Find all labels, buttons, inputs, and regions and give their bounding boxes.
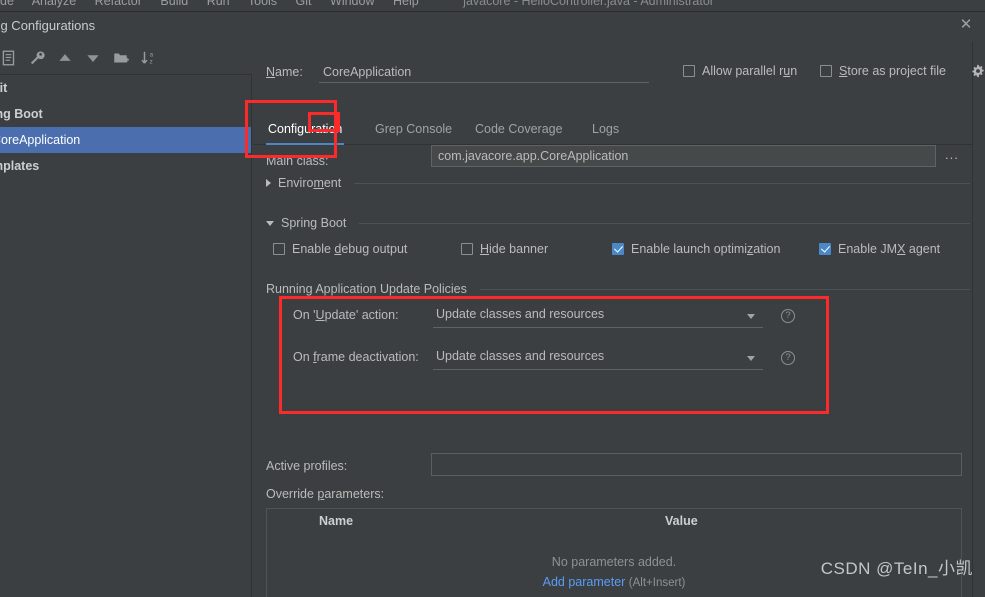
hide-banner-label: Hide banner [480,242,549,256]
hide-banner-box[interactable] [461,243,473,255]
new-folder-icon[interactable] [112,49,130,67]
move-down-icon[interactable] [84,49,102,67]
tab-grep-console[interactable]: Grep Console [373,116,454,145]
main-class-browse-button[interactable]: ... [945,147,959,162]
menu-item-tools[interactable]: Tools [248,0,277,8]
store-as-project-file-label: Store as project file [839,64,947,78]
on-update-action-dropdown[interactable]: Update classes and resources [433,304,763,328]
enable-jmx-agent-checkbox[interactable]: Enable JMX agent [819,242,940,256]
tab-configuration[interactable]: Configuration [266,116,345,145]
menu-item-build[interactable]: Build [160,0,188,8]
enable-jmx-agent-box[interactable] [819,243,831,255]
allow-parallel-run-label: Allow parallel run [702,64,798,78]
configurations-list[interactable]: nit ing Boot CoreApplication mplates [0,74,252,597]
name-input[interactable] [319,61,649,83]
enable-debug-output-box[interactable] [273,243,285,255]
hide-banner-checkbox[interactable]: Hide banner [461,242,548,256]
ide-menu-bar: de Analyze Refactor Build Run Tools Git … [0,0,985,11]
chevron-down-icon[interactable] [747,314,755,319]
update-policies-section-header: Running Application Update Policies [266,282,970,296]
enable-launch-optimization-checkbox[interactable]: Enable launch optimization [612,242,780,256]
override-parameters-label: Override parameters: [266,487,385,501]
menu-item-analyze[interactable]: Analyze [32,0,76,8]
chevron-right-icon[interactable] [266,179,271,187]
ide-menu-row: de Analyze Refactor Build Run Tools Git … [0,0,729,8]
sort-alphabetically-icon[interactable]: a z [140,49,158,67]
edit-templates-wrench-icon[interactable] [28,49,46,67]
list-item-label: nit [0,81,8,95]
list-item-templates[interactable]: mplates [0,153,251,179]
allow-parallel-run-checkbox[interactable]: Allow parallel run [683,64,797,80]
active-profiles-label: Active profiles: [266,459,348,473]
enable-debug-output-checkbox[interactable]: Enable debug output [273,242,407,256]
add-parameter-link[interactable]: Add parameter [543,575,626,589]
menu-item-git[interactable]: Git [296,0,312,8]
tab-logs[interactable]: Logs [590,116,621,145]
dialog-body: bug Configurations ✕ [0,11,985,597]
tab-code-coverage[interactable]: Code Coverage [473,116,565,145]
copy-configuration-icon[interactable] [0,49,18,67]
list-item-label: CoreApplication [0,133,81,147]
menu-item-window[interactable]: Window [330,0,374,8]
dialog-title: bug Configurations [0,18,96,33]
on-frame-deactivation-value: Update classes and resources [436,349,605,363]
add-parameter-shortcut-hint: (Alt+Insert) [628,577,686,589]
menu-item-help[interactable]: Help [393,0,419,8]
override-parameters-table[interactable]: Name Value No parameters added. Add para… [266,508,962,597]
list-item-spring-boot[interactable]: ing Boot [0,101,251,127]
configuration-tabs: Configuration Grep Console Code Coverage… [253,116,973,145]
on-frame-deactivation-help-icon[interactable]: ? [781,351,795,365]
main-class-label: Main class: [266,154,329,168]
spring-boot-section-title: Spring Boot [281,216,347,230]
name-label-rest: ame: [275,65,303,79]
column-header-name: Name [319,514,354,528]
svg-text:a: a [150,51,154,58]
svg-text:z: z [150,59,153,66]
environment-section-header[interactable]: Enviroment [266,176,970,190]
move-up-icon[interactable] [56,49,74,67]
enable-debug-output-label: Enable debug output [292,242,408,256]
on-frame-deactivation-dropdown[interactable]: Update classes and resources [433,346,763,370]
on-update-action-label: On 'Update' action: [293,308,399,322]
ide-window-title: javacore - HelloController.java - Admini… [463,0,714,8]
close-icon[interactable]: ✕ [957,16,975,34]
gear-icon[interactable] [971,64,985,78]
store-as-project-file-checkbox[interactable]: Store as project file [820,64,946,80]
active-profiles-input[interactable] [431,453,962,476]
main-class-input[interactable] [431,145,936,167]
dialog-titlebar: bug Configurations ✕ [0,12,985,42]
spring-boot-section-header[interactable]: Spring Boot [266,216,970,230]
chevron-down-icon[interactable] [266,220,274,226]
section-divider [479,288,970,290]
configuration-content-pane: Name: Allow parallel run Store as projec… [253,42,984,597]
run-debug-configurations-dialog: de Analyze Refactor Build Run Tools Git … [0,0,985,597]
list-item-junit[interactable]: nit [0,75,251,101]
menu-item-refactor[interactable]: Refactor [95,0,142,8]
enable-launch-optimization-box[interactable] [612,243,624,255]
store-as-project-file-box[interactable] [820,65,832,77]
list-item-coreapplication[interactable]: CoreApplication [0,127,251,153]
list-item-label: mplates [0,159,40,173]
menu-item-run[interactable]: Run [207,0,230,8]
watermark: CSDN @TeIn_小凯 [820,559,973,578]
update-policies-section-title: Running Application Update Policies [266,282,467,296]
chevron-down-icon[interactable] [747,356,755,361]
on-update-action-help-icon[interactable]: ? [781,309,795,323]
name-label-mnemonic: N [266,65,276,79]
environment-section-title: Enviroment [278,176,342,190]
section-divider [359,222,970,224]
enable-jmx-agent-label: Enable JMX agent [838,242,941,256]
menu-item-code[interactable]: de [0,0,14,8]
on-frame-deactivation-label: On frame deactivation: [293,350,419,364]
enable-launch-optimization-label: Enable launch optimization [631,242,781,256]
configurations-toolbar: a z [0,45,252,71]
list-item-label: ing Boot [0,107,43,121]
table-header-row: Name Value [267,509,961,535]
section-divider [354,182,970,184]
allow-parallel-run-box[interactable] [683,65,695,77]
column-header-value: Value [665,514,698,528]
on-update-action-value: Update classes and resources [436,307,605,321]
name-label: Name: [266,65,303,79]
